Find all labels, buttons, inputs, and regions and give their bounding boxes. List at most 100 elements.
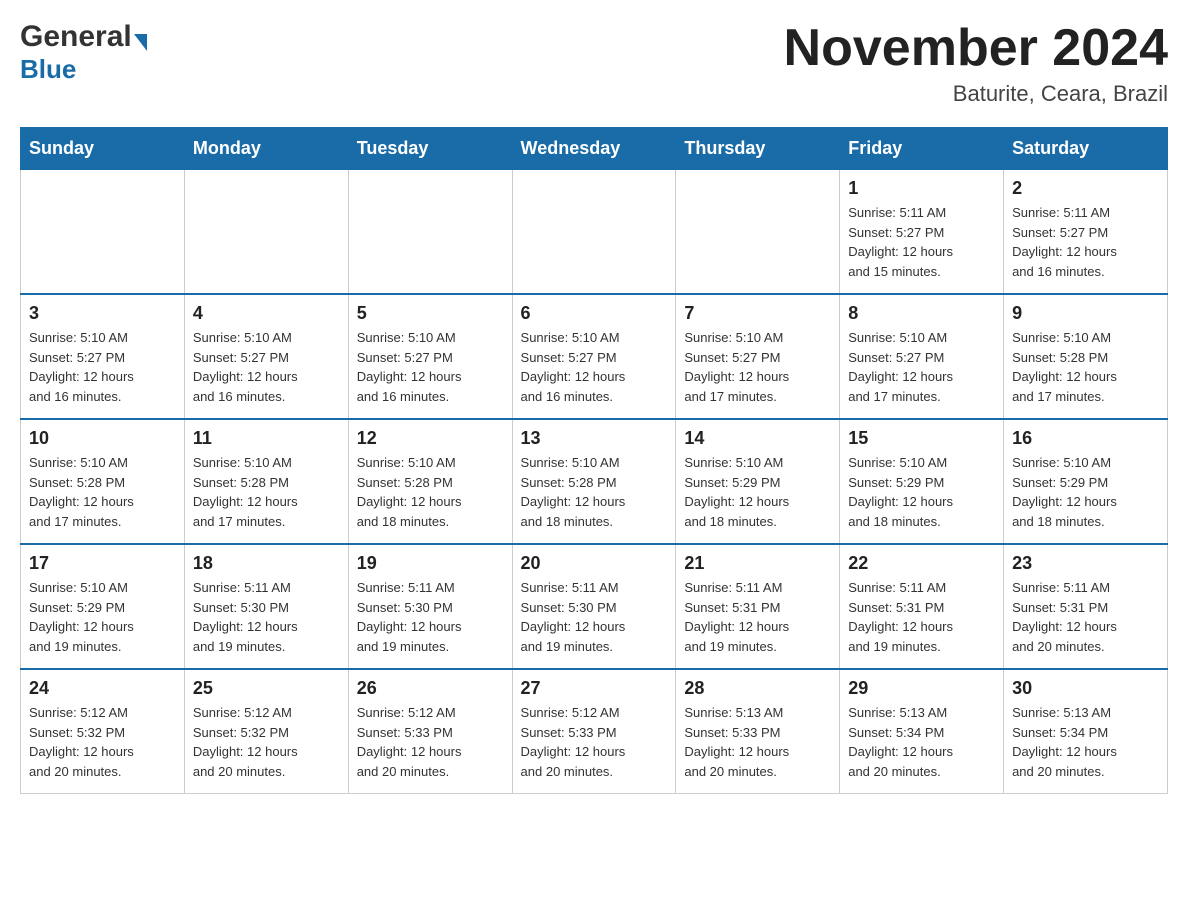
day-number: 23: [1012, 553, 1159, 574]
calendar-cell: 26Sunrise: 5:12 AMSunset: 5:33 PMDayligh…: [348, 669, 512, 794]
day-info: Sunrise: 5:11 AMSunset: 5:31 PMDaylight:…: [684, 578, 831, 656]
day-number: 4: [193, 303, 340, 324]
day-number: 29: [848, 678, 995, 699]
calendar-cell: 23Sunrise: 5:11 AMSunset: 5:31 PMDayligh…: [1004, 544, 1168, 669]
day-number: 24: [29, 678, 176, 699]
day-info: Sunrise: 5:11 AMSunset: 5:30 PMDaylight:…: [521, 578, 668, 656]
day-number: 10: [29, 428, 176, 449]
calendar-cell: 5 Sunrise: 5:10 AMSunset: 5:27 PMDaylight…: [348, 294, 512, 419]
title-block: November 2024 Baturite, Ceara, Brazil: [784, 20, 1168, 107]
day-number: 19: [357, 553, 504, 574]
day-number: 18: [193, 553, 340, 574]
day-info: Sunrise: 5:11 AMSunset: 5:27 PMDaylight:…: [1012, 203, 1159, 281]
day-info: Sunrise: 5:13 AMSunset: 5:34 PMDaylight:…: [1012, 703, 1159, 781]
month-title: November 2024: [784, 20, 1168, 77]
day-info: Sunrise: 5:10 AMSunset: 5:27 PMDaylight:…: [848, 328, 995, 406]
day-number: 14: [684, 428, 831, 449]
day-of-week-saturday: Saturday: [1004, 128, 1168, 170]
calendar-cell: 18 Sunrise: 5:11 AMSunset: 5:30 PMDayligh…: [184, 544, 348, 669]
day-number: 8: [848, 303, 995, 324]
day-number: 30: [1012, 678, 1159, 699]
day-info: Sunrise: 5:10 AMSunset: 5:28 PMDaylight:…: [193, 453, 340, 531]
day-info: Sunrise: 5:10 AMSunset: 5:27 PMDaylight:…: [357, 328, 504, 406]
day-info: Sunrise: 5:10 AMSunset: 5:27 PMDaylight:…: [684, 328, 831, 406]
calendar-cell: 30 Sunrise: 5:13 AMSunset: 5:34 PMDayligh…: [1004, 669, 1168, 794]
calendar-cell: 21 Sunrise: 5:11 AMSunset: 5:31 PMDayligh…: [676, 544, 840, 669]
calendar-cell: [348, 170, 512, 295]
day-info: Sunrise: 5:11 AMSunset: 5:30 PMDaylight:…: [193, 578, 340, 656]
day-number: 28: [684, 678, 831, 699]
day-number: 15: [848, 428, 995, 449]
calendar-cell: 13Sunrise: 5:10 AMSunset: 5:28 PMDayligh…: [512, 419, 676, 544]
day-info: Sunrise: 5:10 AMSunset: 5:27 PMDaylight:…: [521, 328, 668, 406]
calendar-cell: 25 Sunrise: 5:12 AMSunset: 5:32 PMDayligh…: [184, 669, 348, 794]
day-number: 3: [29, 303, 176, 324]
day-number: 5: [357, 303, 504, 324]
day-info: Sunrise: 5:10 AMSunset: 5:29 PMDaylight:…: [1012, 453, 1159, 531]
page-header: General Blue November 2024 Baturite, Cea…: [20, 20, 1168, 107]
day-info: Sunrise: 5:11 AMSunset: 5:30 PMDaylight:…: [357, 578, 504, 656]
day-number: 11: [193, 428, 340, 449]
day-number: 25: [193, 678, 340, 699]
day-info: Sunrise: 5:12 AMSunset: 5:33 PMDaylight:…: [521, 703, 668, 781]
calendar-cell: 24 Sunrise: 5:12 AMSunset: 5:32 PMDayligh…: [21, 669, 185, 794]
calendar-cell: 6 Sunrise: 5:10 AMSunset: 5:27 PMDaylight…: [512, 294, 676, 419]
day-number: 7: [684, 303, 831, 324]
calendar-cell: 19 Sunrise: 5:11 AMSunset: 5:30 PMDayligh…: [348, 544, 512, 669]
day-number: 17: [29, 553, 176, 574]
day-info: Sunrise: 5:12 AMSunset: 5:32 PMDaylight:…: [193, 703, 340, 781]
logo-general-text: General: [20, 20, 132, 54]
calendar-cell: 2 Sunrise: 5:11 AMSunset: 5:27 PMDaylight…: [1004, 170, 1168, 295]
calendar-header-row: SundayMondayTuesdayWednesdayThursdayFrid…: [21, 128, 1168, 170]
logo: General Blue: [20, 20, 147, 85]
calendar-cell: 10 Sunrise: 5:10 AMSunset: 5:28 PMDayligh…: [21, 419, 185, 544]
day-info: Sunrise: 5:10 AMSunset: 5:28 PMDaylight:…: [29, 453, 176, 531]
day-number: 2: [1012, 178, 1159, 199]
calendar-cell: 1 Sunrise: 5:11 AMSunset: 5:27 PMDaylight…: [840, 170, 1004, 295]
calendar-week-5: 24 Sunrise: 5:12 AMSunset: 5:32 PMDayligh…: [21, 669, 1168, 794]
day-info: Sunrise: 5:13 AMSunset: 5:34 PMDaylight:…: [848, 703, 995, 781]
day-info: Sunrise: 5:10 AMSunset: 5:29 PMDaylight:…: [684, 453, 831, 531]
day-of-week-wednesday: Wednesday: [512, 128, 676, 170]
calendar-cell: 14 Sunrise: 5:10 AMSunset: 5:29 PMDayligh…: [676, 419, 840, 544]
calendar-cell: 7 Sunrise: 5:10 AMSunset: 5:27 PMDaylight…: [676, 294, 840, 419]
calendar-cell: 8 Sunrise: 5:10 AMSunset: 5:27 PMDaylight…: [840, 294, 1004, 419]
calendar-cell: [676, 170, 840, 295]
calendar-cell: 12Sunrise: 5:10 AMSunset: 5:28 PMDayligh…: [348, 419, 512, 544]
day-of-week-thursday: Thursday: [676, 128, 840, 170]
day-number: 27: [521, 678, 668, 699]
day-info: Sunrise: 5:10 AMSunset: 5:28 PMDaylight:…: [357, 453, 504, 531]
calendar-cell: 17 Sunrise: 5:10 AMSunset: 5:29 PMDayligh…: [21, 544, 185, 669]
calendar-week-3: 10 Sunrise: 5:10 AMSunset: 5:28 PMDayligh…: [21, 419, 1168, 544]
calendar-week-2: 3 Sunrise: 5:10 AMSunset: 5:27 PMDaylight…: [21, 294, 1168, 419]
calendar-cell: 15Sunrise: 5:10 AMSunset: 5:29 PMDayligh…: [840, 419, 1004, 544]
calendar-cell: 29 Sunrise: 5:13 AMSunset: 5:34 PMDayligh…: [840, 669, 1004, 794]
calendar-table: SundayMondayTuesdayWednesdayThursdayFrid…: [20, 127, 1168, 794]
calendar-cell: 11 Sunrise: 5:10 AMSunset: 5:28 PMDayligh…: [184, 419, 348, 544]
calendar-cell: 4 Sunrise: 5:10 AMSunset: 5:27 PMDaylight…: [184, 294, 348, 419]
day-of-week-tuesday: Tuesday: [348, 128, 512, 170]
calendar-week-4: 17 Sunrise: 5:10 AMSunset: 5:29 PMDayligh…: [21, 544, 1168, 669]
day-number: 20: [521, 553, 668, 574]
calendar-cell: 20 Sunrise: 5:11 AMSunset: 5:30 PMDayligh…: [512, 544, 676, 669]
day-number: 21: [684, 553, 831, 574]
day-info: Sunrise: 5:10 AMSunset: 5:29 PMDaylight:…: [29, 578, 176, 656]
calendar-week-1: 1 Sunrise: 5:11 AMSunset: 5:27 PMDaylight…: [21, 170, 1168, 295]
day-number: 13: [521, 428, 668, 449]
calendar-cell: 9Sunrise: 5:10 AMSunset: 5:28 PMDaylight…: [1004, 294, 1168, 419]
day-info: Sunrise: 5:11 AMSunset: 5:27 PMDaylight:…: [848, 203, 995, 281]
day-info: Sunrise: 5:11 AMSunset: 5:31 PMDaylight:…: [848, 578, 995, 656]
day-number: 22: [848, 553, 995, 574]
day-info: Sunrise: 5:10 AMSunset: 5:27 PMDaylight:…: [29, 328, 176, 406]
day-info: Sunrise: 5:10 AMSunset: 5:27 PMDaylight:…: [193, 328, 340, 406]
calendar-cell: 27 Sunrise: 5:12 AMSunset: 5:33 PMDayligh…: [512, 669, 676, 794]
day-info: Sunrise: 5:12 AMSunset: 5:32 PMDaylight:…: [29, 703, 176, 781]
calendar-cell: 22 Sunrise: 5:11 AMSunset: 5:31 PMDayligh…: [840, 544, 1004, 669]
day-of-week-sunday: Sunday: [21, 128, 185, 170]
day-number: 6: [521, 303, 668, 324]
calendar-cell: [184, 170, 348, 295]
day-info: Sunrise: 5:12 AMSunset: 5:33 PMDaylight:…: [357, 703, 504, 781]
day-number: 1: [848, 178, 995, 199]
location-subtitle: Baturite, Ceara, Brazil: [784, 81, 1168, 107]
day-info: Sunrise: 5:13 AMSunset: 5:33 PMDaylight:…: [684, 703, 831, 781]
